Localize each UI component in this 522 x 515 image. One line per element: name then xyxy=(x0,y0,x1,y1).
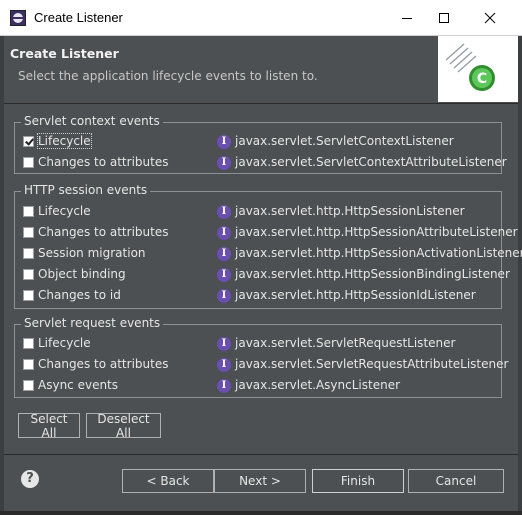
wizard-subtitle: Select the application lifecycle events … xyxy=(18,69,318,83)
option-session-lifecycle[interactable]: Lifecycle I javax.servlet.http.HttpSessi… xyxy=(23,202,499,222)
option-context-attributes[interactable]: Changes to attributes I javax.servlet.Se… xyxy=(23,153,507,173)
eclipse-app-icon xyxy=(10,10,26,26)
option-label: Session migration xyxy=(38,246,146,260)
wizard-header: Create Listener Select the application l… xyxy=(4,36,518,102)
listener-class-name: javax.servlet.http.HttpSessionAttributeL… xyxy=(235,225,518,239)
checkbox[interactable] xyxy=(23,206,34,217)
interface-icon: I xyxy=(217,247,231,261)
option-label: Changes to attributes xyxy=(38,155,169,169)
dialog-body: Create Listener Select the application l… xyxy=(4,36,522,511)
option-session-attributes[interactable]: Changes to attributes I javax.servlet.ht… xyxy=(23,223,518,243)
interface-icon: I xyxy=(217,226,231,240)
checkbox[interactable] xyxy=(23,290,34,301)
wizard-title: Create Listener xyxy=(10,46,119,61)
checkbox-checked[interactable] xyxy=(23,136,34,147)
option-label: Lifecycle xyxy=(38,336,91,350)
deselect-all-button[interactable]: Deselect All xyxy=(86,412,161,440)
interface-icon: I xyxy=(217,205,231,219)
back-button[interactable]: < Back xyxy=(122,469,214,493)
interface-icon: I xyxy=(217,156,231,170)
interface-icon: I xyxy=(217,358,231,372)
checkbox[interactable] xyxy=(23,359,34,370)
maximize-icon xyxy=(439,13,449,23)
checkbox[interactable] xyxy=(23,248,34,259)
http-session-group: HTTP session events Lifecycle I javax.se… xyxy=(14,183,522,309)
finish-button[interactable]: Finish xyxy=(312,469,404,493)
group-title: Servlet request events xyxy=(21,316,164,330)
option-object-binding[interactable]: Object binding I javax.servlet.http.Http… xyxy=(23,265,510,285)
group-title: HTTP session events xyxy=(21,183,151,197)
listener-class-name: javax.servlet.ServletContextListener xyxy=(235,134,454,148)
checkbox[interactable] xyxy=(23,338,34,349)
wizard-banner-image: C xyxy=(438,36,518,102)
servlet-context-group: Servlet context events Lifecycle I javax… xyxy=(14,114,507,174)
listener-class-name: javax.servlet.ServletRequestListener xyxy=(235,336,456,350)
checkbox[interactable] xyxy=(23,227,34,238)
option-session-migration[interactable]: Session migration I javax.servlet.http.H… xyxy=(23,244,522,264)
option-label: Lifecycle xyxy=(38,204,91,218)
checkbox[interactable] xyxy=(23,269,34,280)
next-button[interactable]: Next > xyxy=(214,469,306,493)
interface-icon: I xyxy=(217,289,231,303)
footer-separator xyxy=(4,454,518,455)
listener-class-name: javax.servlet.ServletContextAttributeLis… xyxy=(235,155,507,169)
interface-icon: I xyxy=(217,268,231,282)
interface-icon: I xyxy=(217,379,231,393)
servlet-request-group: Servlet request events Lifecycle I javax… xyxy=(14,316,508,398)
listener-class-name: javax.servlet.http.HttpSessionListener xyxy=(235,204,465,218)
option-request-attributes[interactable]: Changes to attributes I javax.servlet.Se… xyxy=(23,355,508,375)
listener-class-icon: C xyxy=(445,43,495,91)
option-session-id[interactable]: Changes to id I javax.servlet.http.HttpS… xyxy=(23,286,499,306)
cancel-button[interactable]: Cancel xyxy=(408,469,504,493)
interface-icon: I xyxy=(217,135,231,149)
listener-class-name: javax.servlet.AsyncListener xyxy=(235,378,401,392)
svg-text:C: C xyxy=(477,71,487,87)
help-icon[interactable]: ? xyxy=(21,470,39,488)
option-label: Object binding xyxy=(38,267,126,281)
option-async-events[interactable]: Async events I javax.servlet.AsyncListen… xyxy=(23,376,499,396)
header-separator xyxy=(4,103,518,104)
option-label: Async events xyxy=(38,378,119,392)
option-request-lifecycle[interactable]: Lifecycle I javax.servlet.ServletRequest… xyxy=(23,334,499,354)
option-label: Changes to attributes xyxy=(38,225,169,239)
listener-class-name: javax.servlet.http.HttpSessionBindingLis… xyxy=(235,267,510,281)
option-label: Changes to attributes xyxy=(38,357,169,371)
checkbox[interactable] xyxy=(23,157,34,168)
close-button[interactable] xyxy=(467,0,513,36)
window-titlebar: Create Listener xyxy=(0,0,522,36)
window-title: Create Listener xyxy=(34,10,123,25)
option-context-lifecycle[interactable]: Lifecycle I javax.servlet.ServletContext… xyxy=(23,132,499,152)
group-title: Servlet context events xyxy=(21,114,163,128)
option-label: Changes to id xyxy=(38,288,121,302)
listener-class-name: javax.servlet.ServletRequestAttributeLis… xyxy=(235,357,509,371)
listener-class-name: javax.servlet.http.HttpSessionActivation… xyxy=(235,246,522,260)
window-bottom-edge xyxy=(0,511,522,515)
close-icon xyxy=(484,12,496,24)
option-label: Lifecycle xyxy=(37,133,92,149)
minimize-icon xyxy=(402,18,412,19)
listener-class-name: javax.servlet.http.HttpSessionIdListener xyxy=(235,288,476,302)
maximize-button[interactable] xyxy=(421,0,467,36)
interface-icon: I xyxy=(217,337,231,351)
select-all-button[interactable]: Select All xyxy=(18,412,80,440)
checkbox[interactable] xyxy=(23,380,34,391)
